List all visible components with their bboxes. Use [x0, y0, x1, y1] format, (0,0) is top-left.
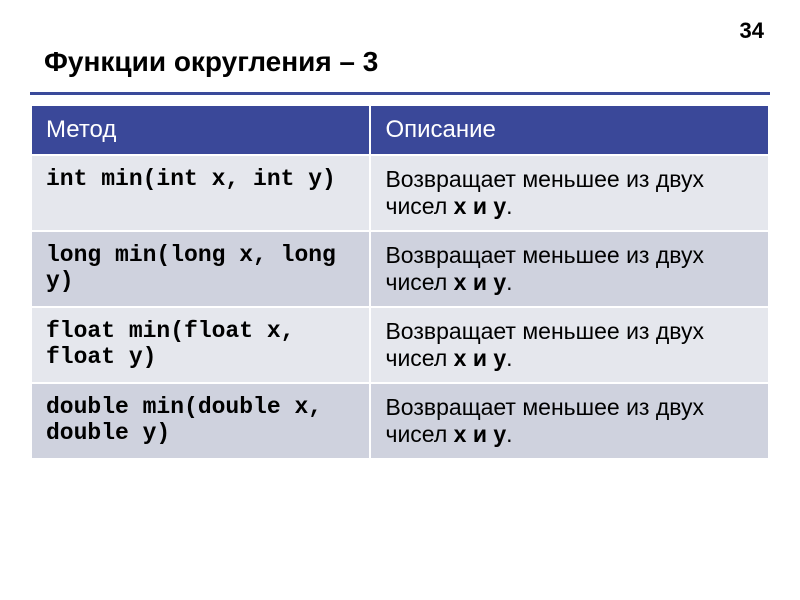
- desc-vars: x и y: [454, 421, 507, 447]
- desc-suffix: .: [506, 193, 512, 219]
- desc-text: Возвращает меньшее из двух чисел: [385, 394, 704, 447]
- cell-description: Возвращает меньшее из двух чисел x и y.: [370, 155, 769, 231]
- desc-vars: x и y: [454, 345, 507, 371]
- cell-method: double min(double x, double y): [31, 383, 370, 459]
- desc-text: Возвращает меньшее из двух чисел: [385, 166, 704, 219]
- desc-vars: x и y: [454, 193, 507, 219]
- col-header-description: Описание: [370, 105, 769, 155]
- cell-description: Возвращает меньшее из двух чисел x и y.: [370, 383, 769, 459]
- methods-table: Метод Описание int min(int x, int y) Воз…: [30, 104, 770, 460]
- page-number: 34: [740, 18, 764, 44]
- page-title: Функции округления – 3: [44, 46, 378, 78]
- cell-description: Возвращает меньшее из двух чисел x и y.: [370, 307, 769, 383]
- desc-vars: x и y: [454, 269, 507, 295]
- table-header-row: Метод Описание: [31, 105, 769, 155]
- cell-method: long min(long x, long y): [31, 231, 370, 307]
- cell-method: int min(int x, int y): [31, 155, 370, 231]
- desc-suffix: .: [506, 345, 512, 371]
- cell-method: float min(float x, float y): [31, 307, 370, 383]
- title-underline: [30, 92, 770, 95]
- table-row: long min(long x, long y) Возвращает мень…: [31, 231, 769, 307]
- col-header-method: Метод: [31, 105, 370, 155]
- desc-text: Возвращает меньшее из двух чисел: [385, 318, 704, 371]
- desc-suffix: .: [506, 269, 512, 295]
- table-row: int min(int x, int y) Возвращает меньшее…: [31, 155, 769, 231]
- desc-suffix: .: [506, 421, 512, 447]
- table-row: float min(float x, float y) Возвращает м…: [31, 307, 769, 383]
- desc-text: Возвращает меньшее из двух чисел: [385, 242, 704, 295]
- cell-description: Возвращает меньшее из двух чисел x и y.: [370, 231, 769, 307]
- table-row: double min(double x, double y) Возвращае…: [31, 383, 769, 459]
